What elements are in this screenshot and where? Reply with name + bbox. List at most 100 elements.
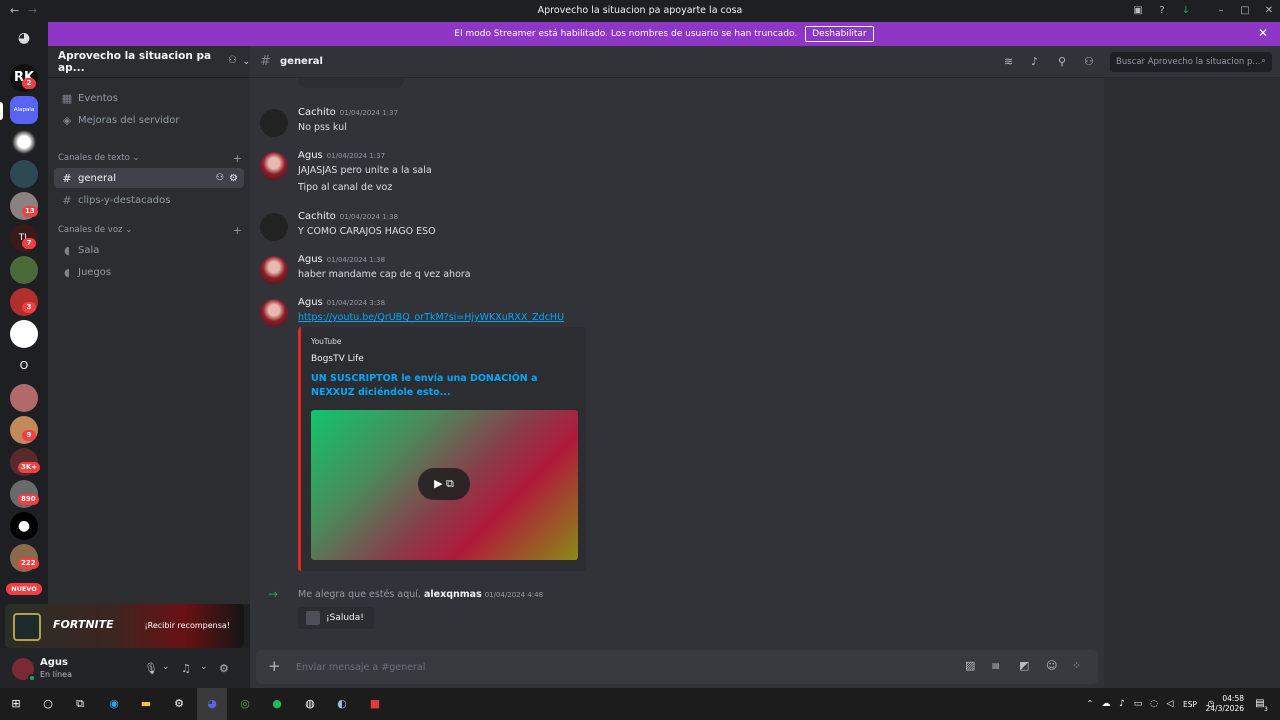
avatar[interactable] — [260, 256, 288, 284]
server-9[interactable] — [10, 320, 38, 348]
embed-author[interactable]: BogsTV Life — [311, 354, 364, 364]
video-thumbnail[interactable]: ▶ ⧉ — [311, 410, 578, 560]
joined-username[interactable]: alexqnmas — [424, 589, 482, 600]
close-window-icon[interactable]: ✕ — [1262, 4, 1276, 18]
obs-icon[interactable]: ◍ — [302, 696, 318, 712]
cloud-icon[interactable]: ☁ — [1098, 696, 1114, 712]
message-input[interactable] — [296, 658, 896, 676]
avatar[interactable] — [260, 152, 288, 180]
active-server-pill — [0, 102, 3, 120]
server-badge: 890 — [18, 494, 39, 505]
message[interactable]: Cachito 01/04/2024 1:37 No pss kul — [260, 107, 1090, 137]
disable-streamer-button[interactable]: Deshabilitar — [805, 26, 874, 42]
message-author[interactable]: Cachito — [298, 107, 336, 118]
server-o[interactable]: O — [10, 352, 38, 380]
gif-icon[interactable]: ▤ — [992, 661, 1000, 670]
channel-general[interactable]: # general ⚇ ⚙ — [54, 168, 244, 188]
channel-label: clips-y-destacados — [78, 194, 171, 206]
file-explorer-icon[interactable]: ▬ — [138, 696, 154, 712]
text-category-header[interactable]: Canales de texto ⌄ + — [58, 152, 242, 165]
shield-icon[interactable]: ◌ — [1146, 696, 1162, 712]
server-4[interactable] — [10, 160, 38, 188]
system-clock[interactable]: 04:58 24/3/2026 — [1206, 694, 1244, 714]
message[interactable]: Agus 01/04/2024 1:37 JAJASJAS pero unite … — [260, 150, 1090, 194]
discord-taskbar-icon[interactable]: ◕ — [204, 696, 220, 712]
download-icon[interactable]: ↓ — [1179, 4, 1193, 18]
avatar[interactable] — [260, 213, 288, 241]
invite-icon[interactable]: ⚇ — [216, 173, 224, 183]
chevron-up-icon[interactable]: ⌃ — [1082, 696, 1098, 712]
server-3[interactable] — [10, 128, 38, 156]
username[interactable]: Agus — [40, 657, 68, 668]
server-alapala[interactable]: Alapala — [10, 96, 38, 124]
create-channel-icon[interactable]: + — [233, 152, 242, 165]
network-icon[interactable]: ▭ — [1130, 696, 1146, 712]
task-view-icon[interactable]: ⧉ — [72, 696, 88, 712]
avatar[interactable] — [260, 299, 288, 327]
edge-browser-icon[interactable]: ◉ — [106, 696, 122, 712]
attach-plus-icon[interactable]: + — [268, 657, 281, 675]
invite-people-icon[interactable]: ⚇ — [228, 55, 237, 66]
red-app-icon[interactable]: ■ — [367, 696, 383, 712]
gift-icon[interactable]: ▨ — [965, 659, 975, 672]
search-input[interactable]: Buscar Aprovecho la situacion p... ⌕ — [1110, 52, 1272, 72]
fortnite-promo-card[interactable]: FORTNITE ¡Recibir recompensa! — [5, 604, 244, 648]
message[interactable]: Cachito 01/04/2024 1:38 Y COMO CARAJOS HA… — [260, 211, 1090, 241]
windows-start-icon[interactable]: ⊞ — [8, 696, 24, 712]
maximize-icon[interactable]: □ — [1238, 4, 1252, 18]
play-video-icon[interactable]: ▶ ⧉ — [418, 468, 470, 500]
chrome-icon[interactable]: ◎ — [237, 696, 253, 712]
server-apple[interactable]: ● — [10, 512, 38, 540]
create-channel-icon[interactable]: + — [233, 224, 242, 237]
guild-header[interactable]: Aprovecho la situacion pa ap... ⌄ ⚇ — [48, 46, 250, 78]
threads-icon[interactable]: ≋ — [1004, 55, 1013, 68]
sticker-icon[interactable]: ◩ — [1019, 659, 1029, 672]
microphone-icon[interactable]: 🎙︎ — [144, 662, 158, 675]
server-boosts-item[interactable]: ◈ Mejoras del servidor — [54, 110, 244, 130]
server-11[interactable] — [10, 384, 38, 412]
voice-category-header[interactable]: Canales de voz ⌄ + — [58, 224, 242, 237]
avatar[interactable] — [260, 109, 288, 137]
wave-to-say-hi-button[interactable]: ¡Saluda! — [298, 607, 374, 629]
inbox-icon[interactable]: ▣ — [1131, 4, 1145, 18]
spotify-icon[interactable]: ● — [269, 696, 285, 712]
voice-channel-juegos[interactable]: ◖ Juegos — [54, 262, 244, 282]
mic-tray-icon[interactable]: ♪ — [1114, 696, 1130, 712]
new-unreads-badge[interactable]: NUEVO — [6, 583, 42, 595]
message-author[interactable]: Agus — [298, 150, 323, 161]
settings-gear-icon[interactable]: ⚙ — [229, 173, 238, 184]
emoji-icon[interactable]: ☺ — [1046, 659, 1057, 672]
discord-home-icon[interactable]: ◕ — [10, 24, 38, 52]
channel-clips[interactable]: # clips-y-destacados — [54, 190, 244, 210]
message-link[interactable]: https://youtu.be/QrUBQ_orTkM?si=HjyWKXuR… — [298, 312, 564, 323]
settings-gear-icon[interactable]: ⚙ — [171, 696, 187, 712]
pin-icon[interactable]: ⚲ — [1058, 55, 1066, 68]
help-icon[interactable]: ? — [1155, 4, 1169, 18]
member-list-icon[interactable]: ⚇ — [1084, 55, 1094, 68]
apps-icon[interactable]: ⁘ — [1072, 659, 1081, 672]
close-banner-icon[interactable]: ✕ — [1258, 26, 1268, 40]
voice-channel-sala[interactable]: ◖ Sala — [54, 240, 244, 260]
embed-title-link[interactable]: UN SUSCRIPTOR le envía una DONACIÓN a NE… — [311, 372, 571, 400]
events-item[interactable]: ▦ Eventos — [54, 88, 244, 108]
steam-icon[interactable]: ◐ — [334, 696, 350, 712]
windows-taskbar: ⊞ ○ ⧉ ◉ ▬ ⚙ ◕ ◎ ● ◍ ◐ ■ ⌃ ☁ ♪ ▭ ◌ ◁ ESP … — [0, 688, 1280, 720]
message[interactable]: Agus 01/04/2024 1:38 haber mandame cap de… — [260, 254, 1090, 284]
message-author[interactable]: Cachito — [298, 211, 336, 222]
volume-icon[interactable]: ◁ — [1162, 696, 1178, 712]
embed-provider[interactable]: YouTube — [311, 337, 342, 346]
server-7[interactable] — [10, 256, 38, 284]
search-placeholder: Buscar Aprovecho la situacion p... — [1116, 57, 1261, 67]
message-author[interactable]: Agus — [298, 297, 323, 308]
chevron-down-icon[interactable]: ⌄ — [200, 662, 208, 672]
headphones-icon[interactable]: ♫ — [181, 662, 191, 675]
minimize-icon[interactable]: – — [1214, 4, 1228, 18]
chevron-down-icon[interactable]: ⌄ — [162, 662, 170, 672]
claim-reward-button[interactable]: ¡Recibir recompensa! — [144, 621, 230, 630]
message-author[interactable]: Agus — [298, 254, 323, 265]
input-language[interactable]: ESP — [1183, 700, 1197, 709]
server-badge: 3K+ — [18, 462, 41, 473]
search-icon[interactable]: ○ — [40, 696, 56, 712]
user-settings-gear-icon[interactable]: ⚙ — [219, 662, 229, 675]
notification-bell-icon[interactable]: ♪ — [1031, 55, 1038, 68]
